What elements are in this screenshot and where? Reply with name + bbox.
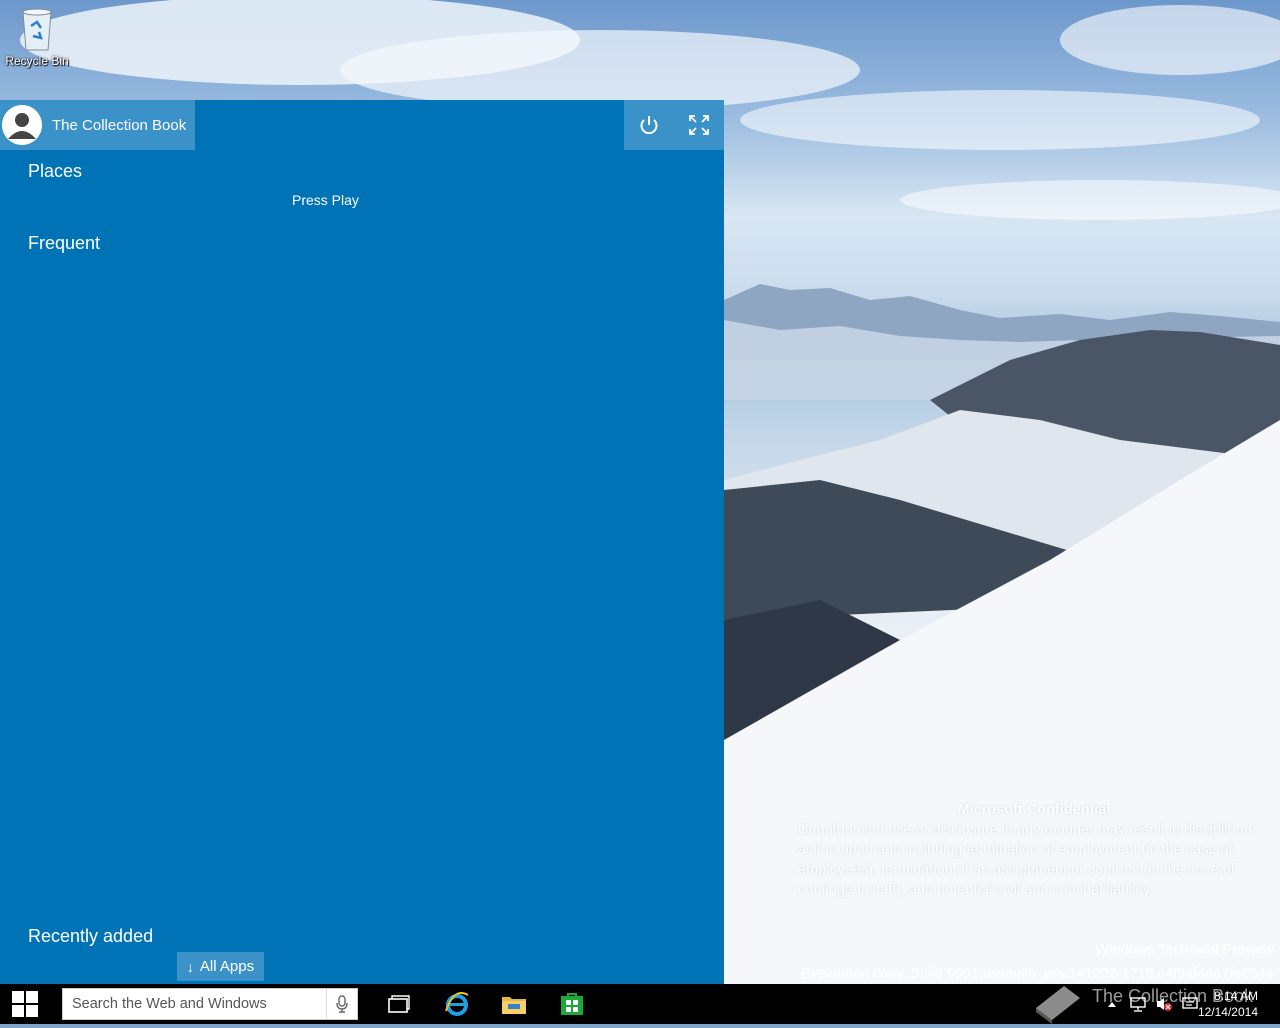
confidential-title: Microsoft Confidential bbox=[957, 802, 1111, 818]
frequent-heading: Frequent bbox=[28, 233, 101, 253]
recycle-bin-shortcut[interactable]: Recycle Bin bbox=[4, 6, 70, 68]
taskbar-clock[interactable]: 8:14 AM 12/14/2014 bbox=[1198, 988, 1258, 1020]
task-view-button[interactable] bbox=[379, 984, 419, 1024]
user-avatar-icon bbox=[2, 105, 42, 145]
arrow-down-icon: ↓ bbox=[186, 958, 194, 975]
internet-explorer-button[interactable] bbox=[437, 984, 477, 1024]
places-heading: Places bbox=[28, 161, 83, 181]
user-account-button[interactable]: The Collection Book bbox=[0, 100, 195, 150]
start-menu-controls bbox=[624, 100, 724, 150]
start-button[interactable] bbox=[0, 984, 50, 1024]
volume-muted-icon bbox=[1157, 998, 1172, 1011]
expand-start-button[interactable] bbox=[674, 100, 724, 150]
chevron-up-icon bbox=[1108, 1002, 1116, 1007]
windows-logo-icon bbox=[12, 991, 38, 1017]
clock-date: 12/14/2014 bbox=[1197, 1005, 1258, 1019]
all-apps-button[interactable]: ↓ All Apps bbox=[177, 952, 264, 981]
all-apps-label: All Apps bbox=[199, 958, 255, 975]
task-view-icon bbox=[388, 995, 410, 1013]
file-explorer-button[interactable] bbox=[494, 984, 534, 1024]
search-input[interactable] bbox=[70, 989, 326, 1019]
taskbar-search-box bbox=[62, 988, 358, 1020]
places-item-press-play[interactable]: Press Play bbox=[292, 192, 359, 208]
clock-time: 8:14 AM bbox=[1213, 989, 1258, 1003]
store-icon bbox=[561, 993, 583, 1015]
network-tray-button[interactable] bbox=[1128, 984, 1148, 1024]
expand-icon bbox=[689, 115, 709, 135]
recently-added-heading: Recently added bbox=[28, 926, 154, 946]
volume-tray-button[interactable] bbox=[1154, 984, 1174, 1024]
user-name: The Collection Book bbox=[52, 116, 187, 134]
microphone-button[interactable] bbox=[326, 989, 357, 1019]
power-icon bbox=[640, 116, 658, 135]
power-button[interactable] bbox=[624, 100, 674, 150]
show-hidden-icons-button[interactable] bbox=[1104, 984, 1120, 1024]
book-watermark-icon bbox=[1030, 978, 1086, 1028]
internet-explorer-icon bbox=[445, 992, 469, 1016]
confidential-body: Unauthorized use or disclosure in any ma… bbox=[798, 822, 1256, 898]
start-menu: The Collection Book Places Press Play Fr… bbox=[0, 100, 724, 984]
confidential-notice: Microsoft Confidential Unauthorized use … bbox=[798, 800, 1270, 900]
store-button[interactable] bbox=[552, 984, 592, 1024]
taskbar: The Collection Book 8:14 AM 12/14/2014 bbox=[0, 984, 1280, 1024]
action-center-icon bbox=[1182, 997, 1198, 1009]
network-icon bbox=[1130, 997, 1146, 1012]
recycle-bin-icon bbox=[19, 6, 55, 52]
edition-label: Windows Technical Preview bbox=[1095, 942, 1274, 958]
microphone-icon bbox=[336, 995, 348, 1013]
recycle-bin-label: Recycle Bin bbox=[5, 54, 69, 68]
file-explorer-icon bbox=[502, 997, 526, 1014]
